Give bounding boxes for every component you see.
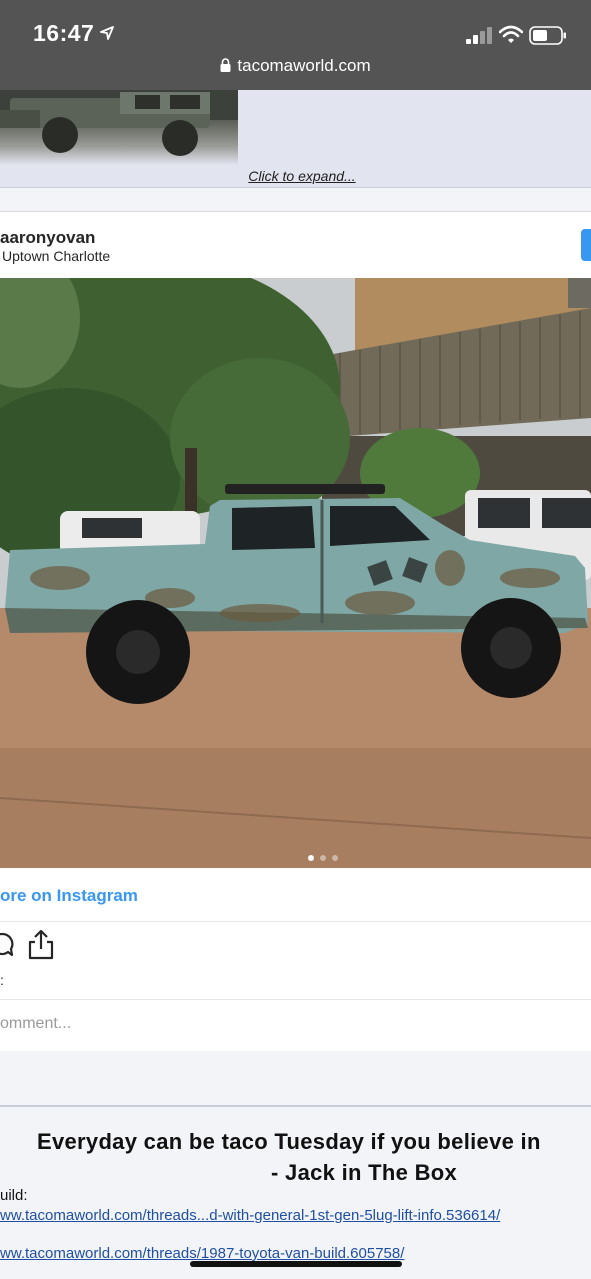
comment-icon[interactable] <box>0 932 14 958</box>
location-arrow-icon <box>100 26 114 40</box>
home-indicator[interactable] <box>190 1261 402 1267</box>
divider <box>0 999 591 1000</box>
signature-quote-line-1: Everyday can be taco Tuesday if you beli… <box>37 1129 541 1154</box>
post-photo[interactable] <box>0 278 591 868</box>
user-signature: Everyday can be taco Tuesday if you beli… <box>0 1105 591 1279</box>
build-thread-link-1[interactable]: ww.tacomaworld.com/threads...d-with-gene… <box>0 1207 500 1224</box>
wifi-icon <box>499 25 523 43</box>
click-to-expand-link[interactable]: Click to expand... <box>248 168 355 184</box>
status-bar: 16:47 tacomaworld.com <box>0 0 591 90</box>
signature-quote-line-2: - Jack in The Box <box>271 1160 458 1185</box>
instagram-location[interactable]: Uptown Charlotte <box>2 248 110 264</box>
spacer <box>0 189 591 211</box>
view-profile-button[interactable] <box>581 229 591 261</box>
build-thread-link-2[interactable]: ww.tacomaworld.com/threads/1987-toyota-v… <box>0 1245 404 1262</box>
spacer <box>0 1051 591 1105</box>
instagram-username[interactable]: aaronyovan <box>0 228 95 248</box>
share-icon[interactable] <box>27 928 55 960</box>
truck-photo <box>0 278 591 868</box>
attachment-thumbnail[interactable] <box>0 90 238 165</box>
view-more-on-instagram-link[interactable]: ore on Instagram <box>0 886 138 906</box>
address-bar[interactable]: tacomaworld.com <box>0 56 591 76</box>
likes-count: : <box>0 972 4 988</box>
build-label: uild: <box>0 1187 28 1204</box>
attachment-preview: Click to expand... <box>0 90 591 188</box>
lock-icon <box>220 58 231 72</box>
url-text: tacomaworld.com <box>237 56 371 75</box>
signal-icon <box>466 27 492 44</box>
divider <box>0 921 591 922</box>
clock: 16:47 <box>33 20 95 46</box>
add-comment-field[interactable]: omment... <box>0 1015 71 1033</box>
battery-icon <box>529 26 566 45</box>
instagram-embed: aaronyovan Uptown Charlotte ore on Insta… <box>0 211 591 1052</box>
